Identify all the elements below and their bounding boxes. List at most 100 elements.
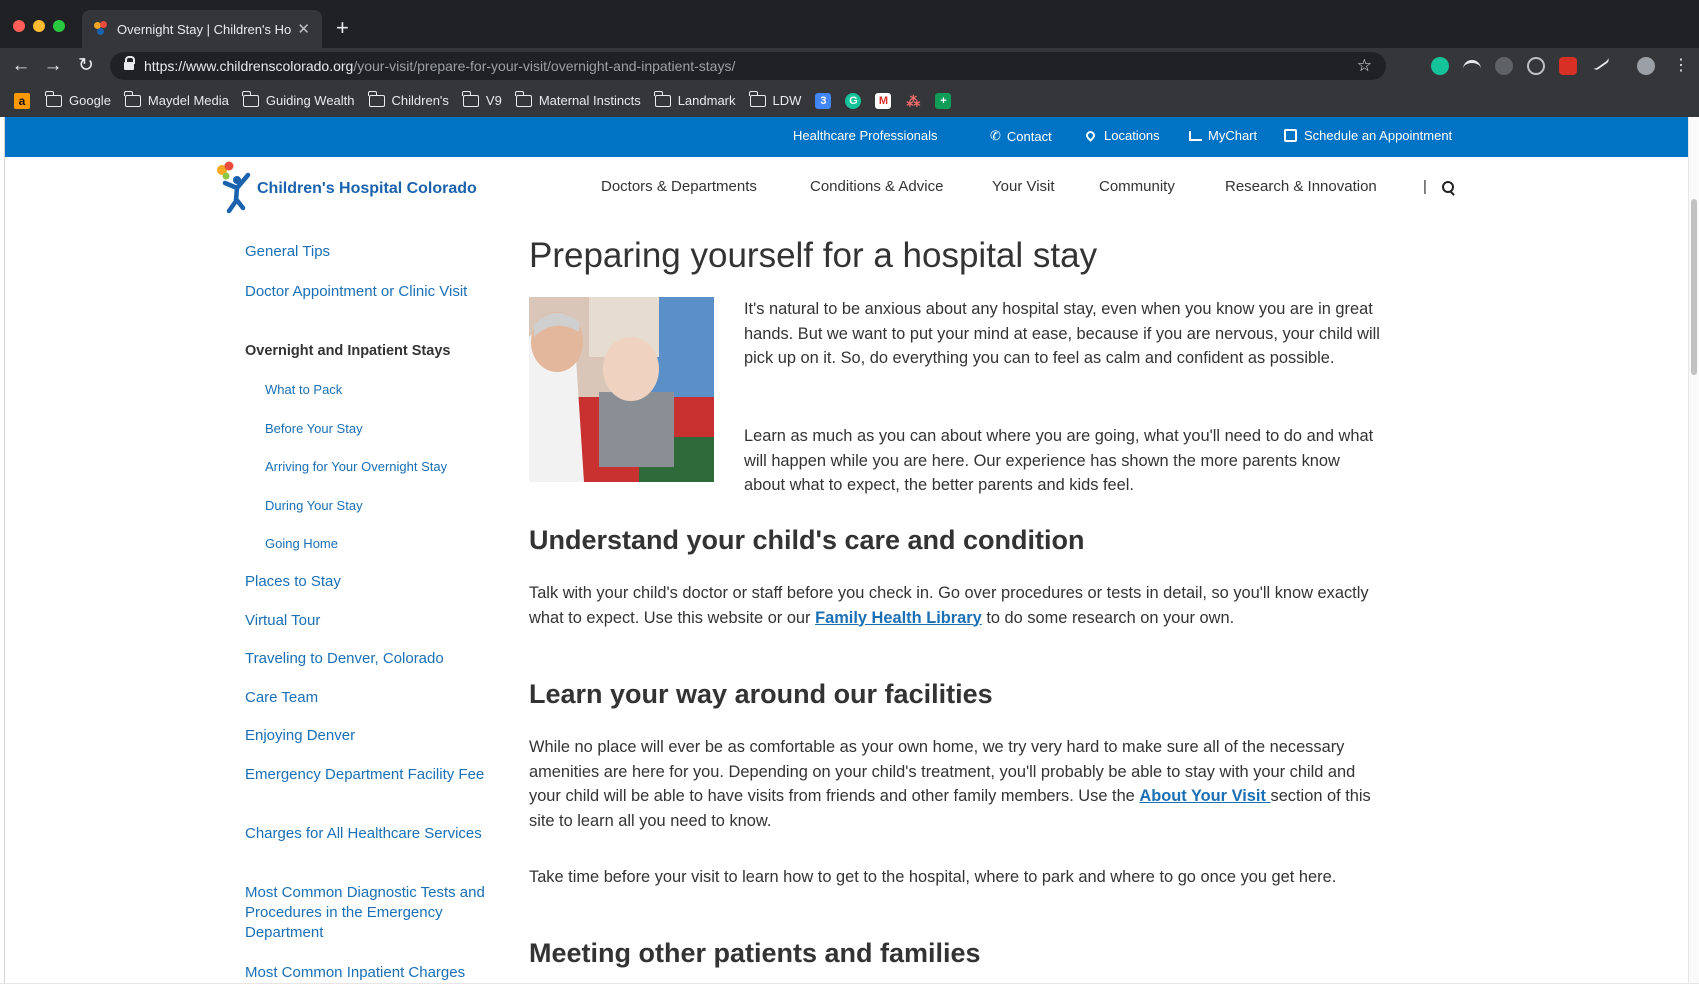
page-scrollbar[interactable] [1688,117,1699,983]
bookmark-landmark[interactable]: Landmark [653,90,736,108]
family-health-library-link[interactable]: Family Health Library [815,609,982,627]
nav-conditions-advice[interactable]: Conditions & Advice [810,178,943,195]
paragraph-understand-care: Talk with your child's doctor or staff b… [529,581,1379,630]
sidebar-item-going-home[interactable]: Going Home [265,534,500,554]
back-icon[interactable]: ← [8,53,34,79]
heading-understand-care: Understand your child's care and conditi… [529,525,1085,555]
sidebar-item-virtual-tour[interactable]: Virtual Tour [245,611,495,631]
pen-extension-icon[interactable] [1589,52,1611,72]
sidebar-item-healthcare-charges[interactable]: Charges for All Healthcare Services [245,824,495,844]
utility-bar: Healthcare Professionals ✆ Contact Locati… [5,117,1688,157]
sheets-bookmark-icon[interactable]: + [935,92,952,109]
red-extension-icon[interactable] [1559,57,1577,75]
about-your-visit-link[interactable]: About Your Visit [1139,787,1270,805]
intro-paragraph-2: Learn as much as you can about where you… [744,427,1374,494]
heading-learn-facilities: Learn your way around our facilities [529,679,993,709]
folder-icon [461,90,479,107]
close-window-button[interactable] [13,20,25,32]
clock-extension-icon[interactable] [1495,57,1513,75]
sidebar-item-general-tips[interactable]: General Tips [245,242,495,262]
search-icon[interactable] [1442,181,1456,195]
sidebar-item-care-team[interactable]: Care Team [245,688,495,708]
browser-menu-icon[interactable]: ⋮ [1668,53,1694,79]
sidebar-item-inpatient-charges[interactable]: Most Common Inpatient Charges [245,963,495,983]
mychart-link[interactable]: MyChart [1189,128,1257,143]
site-favicon-icon [94,21,109,37]
calendar-icon [1284,129,1297,142]
tab-title: Overnight Stay | Children's Hos [117,21,292,37]
nav-doctors-departments[interactable]: Doctors & Departments [601,178,757,195]
amazon-bookmark-icon[interactable]: a [14,92,30,109]
minimize-window-button[interactable] [33,20,45,32]
new-tab-button[interactable]: + [336,15,349,41]
locations-link[interactable]: Locations [1084,128,1160,143]
calendar-bookmark-icon[interactable]: 3 [815,92,832,109]
sidebar-item-ed-facility-fee[interactable]: Emergency Department Facility Fee [245,765,495,785]
maximize-window-button[interactable] [53,20,65,32]
phone-icon: ✆ [990,128,1001,143]
scrollbar-thumb[interactable] [1691,199,1697,375]
bookmark-v9[interactable]: V9 [461,90,502,108]
bookmarks-bar: a Google Maydel Media Guiding Wealth Chi… [0,84,1699,117]
tab-close-icon[interactable]: ✕ [297,20,310,38]
rainbow-extension-icon[interactable] [1463,60,1481,69]
bookmark-star-icon[interactable]: ☆ [1357,56,1372,76]
folder-icon [45,90,62,107]
window-bottom-edge [0,983,1699,1003]
window-left-edge [0,117,5,983]
bookmark-childrens[interactable]: Children's [367,90,449,108]
folder-icon [514,90,532,107]
sidebar-item-before-your-stay[interactable]: Before Your Stay [265,419,500,439]
lock-icon [124,55,135,72]
nav-community[interactable]: Community [1099,178,1175,195]
bookmark-guiding-wealth[interactable]: Guiding Wealth [241,90,355,108]
schedule-appointment-link[interactable]: Schedule an Appointment [1284,128,1452,143]
article-content: Preparing yourself for a hospital stay I… [529,221,1379,983]
grammarly-bookmark-icon[interactable]: G [845,92,862,109]
logo-figure-icon [215,161,255,217]
url-text: https://www.childrenscolorado.org/your-v… [144,58,736,74]
bookmark-maydel-media[interactable]: Maydel Media [123,90,229,108]
folder-icon [123,90,141,107]
grammarly-extension-icon[interactable] [1431,57,1449,75]
contact-link[interactable]: ✆ Contact [990,128,1052,144]
nav-research-innovation[interactable]: Research & Innovation [1225,178,1377,195]
browser-chrome: Overnight Stay | Children's Hos ✕ + ← → … [0,0,1699,117]
magnifier-extension-icon[interactable] [1527,57,1545,75]
sidebar-item-overnight-stays[interactable]: Overnight and Inpatient Stays [245,341,495,361]
folder-icon [241,90,259,107]
sidebar-item-during-your-stay[interactable]: During Your Stay [265,496,500,516]
bookmark-maternal-instincts[interactable]: Maternal Instincts [514,90,641,108]
browser-toolbar: ← → ↻ https://www.childrenscolorado.org/… [0,48,1699,84]
sidebar-item-enjoying-denver[interactable]: Enjoying Denver [245,726,495,746]
healthcare-professionals-link[interactable]: Healthcare Professionals [793,128,938,143]
forward-icon[interactable]: → [40,53,66,79]
sidebar-item-arriving-overnight[interactable]: Arriving for Your Overnight Stay [265,457,500,477]
heading-meeting-patients: Meeting other patients and families [529,938,981,968]
bookmark-google[interactable]: Google [45,90,111,108]
browser-tab[interactable]: Overnight Stay | Children's Hos ✕ [82,10,322,48]
reload-icon[interactable]: ↻ [73,53,99,79]
map-pin-icon [1084,129,1097,142]
nav-your-visit[interactable]: Your Visit [992,178,1055,195]
folder-icon [748,90,766,107]
site-header: Children's Hospital Colorado Doctors & D… [5,157,1688,221]
sidebar-item-what-to-pack[interactable]: What to Pack [265,380,500,400]
folder-icon [653,90,671,107]
sidebar-item-places-to-stay[interactable]: Places to Stay [245,572,495,592]
address-bar[interactable]: https://www.childrenscolorado.org/your-v… [110,52,1386,80]
sidebar-item-common-diagnostic-tests[interactable]: Most Common Diagnostic Tests and Procedu… [245,883,495,943]
sidebar-item-doctor-appointment[interactable]: Doctor Appointment or Clinic Visit [245,282,495,302]
paragraph-learn-facilities: While no place will ever be as comfortab… [529,735,1379,833]
sidebar-item-traveling-denver[interactable]: Traveling to Denver, Colorado [245,649,495,669]
site-logo[interactable]: Children's Hospital Colorado [215,161,477,217]
paragraph-text: to do some research on your own. [981,608,1235,627]
sidebar-nav: General Tips Doctor Appointment or Clini… [0,221,500,983]
profile-avatar-icon[interactable] [1637,57,1655,75]
folder-icon [367,90,385,107]
tab-strip: Overnight Stay | Children's Hos ✕ + [0,0,1699,48]
gmail-bookmark-icon[interactable]: M [875,92,892,109]
asana-bookmark-icon[interactable]: ⁂ [905,93,921,109]
page-title: Preparing yourself for a hospital stay [529,236,1098,275]
bookmark-ldw[interactable]: LDW [748,90,801,108]
